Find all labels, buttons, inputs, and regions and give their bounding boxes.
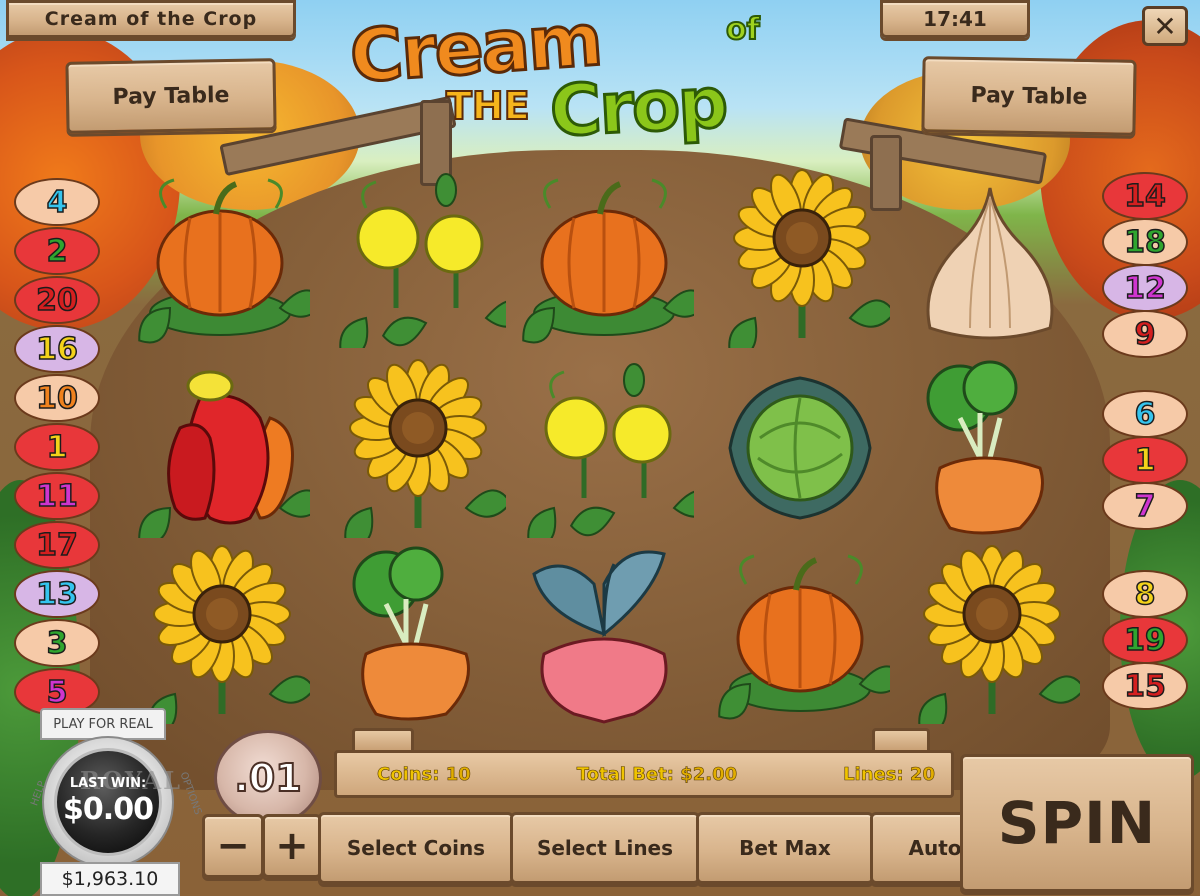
- game-logo: Cream of THE Crop: [346, 0, 850, 154]
- payline-marker[interactable]: 20: [14, 276, 100, 324]
- pepper-icon-art: [138, 370, 310, 538]
- coins-value: 10: [445, 763, 471, 785]
- carrot-icon: [900, 358, 1080, 538]
- payline-marker[interactable]: 2: [14, 227, 100, 275]
- close-button[interactable]: ✕: [1142, 6, 1188, 46]
- payline-marker[interactable]: 10: [14, 374, 100, 422]
- carrot-icon-art: [352, 546, 470, 721]
- sunflower-icon: [710, 168, 890, 348]
- lines-label: Lines:: [843, 763, 904, 785]
- payline-marker[interactable]: 3: [14, 619, 100, 667]
- last-win-badge: HELP OPTIONS ROYAL LAST WIN: $0.00: [20, 736, 203, 868]
- select-lines-button[interactable]: Select Lines: [510, 812, 700, 884]
- pay-table-button-right[interactable]: Pay Table: [921, 56, 1137, 136]
- bet-max-button[interactable]: Bet Max: [696, 812, 874, 884]
- payline-marker[interactable]: 9: [1102, 310, 1188, 358]
- pepper-icon: [130, 358, 310, 538]
- sunflower-icon: [130, 544, 310, 724]
- pay-table-button-left[interactable]: Pay Table: [65, 58, 277, 134]
- cabbage-icon-art: [728, 376, 872, 520]
- decrease-coin-button[interactable]: −: [202, 814, 264, 878]
- dandelion-icon-art: [339, 173, 506, 348]
- sunflower-icon-art: [344, 359, 506, 538]
- payline-marker[interactable]: 13: [14, 570, 100, 618]
- payline-marker[interactable]: 19: [1102, 616, 1188, 664]
- carrot-icon-art: [926, 360, 1044, 535]
- pumpkin-icon-art: [522, 178, 694, 344]
- total-bet-label: Total Bet:: [576, 763, 674, 785]
- onion-icon: [900, 168, 1080, 348]
- payline-marker[interactable]: 11: [14, 472, 100, 520]
- pumpkin-icon: [130, 168, 310, 348]
- coins-label: Coins:: [377, 763, 440, 785]
- cabbage-icon: [710, 358, 890, 538]
- last-win-value: $0.00: [63, 792, 154, 827]
- lines-value: 20: [909, 763, 936, 785]
- dandelion-icon: [326, 168, 506, 348]
- onion-icon-art: [926, 187, 1054, 340]
- payline-marker[interactable]: 7: [1102, 482, 1188, 530]
- payline-marker[interactable]: 1: [14, 423, 100, 471]
- logo-of: of: [725, 11, 761, 48]
- dandelion-icon: [514, 358, 694, 538]
- payline-marker[interactable]: 8: [1102, 570, 1188, 618]
- lines-info: Lines: 20: [843, 763, 936, 785]
- sunflower-icon-art: [728, 169, 890, 348]
- radish-icon-art: [532, 550, 668, 724]
- sunflower-icon: [900, 544, 1080, 724]
- logo-crop: Crop: [546, 60, 729, 154]
- dandelion-icon-art: [527, 363, 694, 538]
- total-bet-info: Total Bet: $2.00: [576, 763, 738, 785]
- payline-marker[interactable]: 17: [14, 521, 100, 569]
- increase-coin-button[interactable]: +: [262, 814, 322, 878]
- clock: 17:41: [880, 0, 1030, 38]
- sunflower-icon-art: [148, 545, 310, 724]
- close-icon: ✕: [1153, 9, 1177, 43]
- spin-button[interactable]: SPIN: [960, 754, 1194, 892]
- pumpkin-icon-art: [718, 554, 890, 720]
- last-win-label: LAST WIN:: [69, 776, 147, 791]
- payline-marker[interactable]: 1: [1102, 436, 1188, 484]
- total-bet-value: $2.00: [680, 763, 738, 785]
- balance-display: $1,963.10: [40, 862, 180, 896]
- logo-the: THE: [445, 83, 531, 129]
- carrot-icon: [326, 544, 506, 724]
- payline-marker[interactable]: 14: [1102, 172, 1188, 220]
- payline-marker[interactable]: 4: [14, 178, 100, 226]
- pumpkin-icon: [514, 168, 694, 348]
- coin-value-chip[interactable]: .01: [214, 730, 322, 826]
- select-coins-button[interactable]: Select Coins: [318, 812, 514, 884]
- payline-marker[interactable]: 15: [1102, 662, 1188, 710]
- payline-marker[interactable]: 6: [1102, 390, 1188, 438]
- sunflower-icon-art: [918, 545, 1080, 724]
- payline-marker[interactable]: 12: [1102, 264, 1188, 312]
- pumpkin-icon: [710, 544, 890, 724]
- pumpkin-icon-art: [138, 178, 310, 344]
- sunflower-icon: [326, 358, 506, 538]
- payline-marker[interactable]: 18: [1102, 218, 1188, 266]
- coins-info: Coins: 10: [377, 763, 471, 785]
- game-title-plank: Cream of the Crop: [6, 0, 296, 38]
- payline-marker[interactable]: 16: [14, 325, 100, 373]
- reel-grid: [130, 168, 1080, 728]
- bet-info-bar: Coins: 10 Total Bet: $2.00 Lines: 20: [334, 750, 954, 798]
- radish-icon: [514, 544, 694, 724]
